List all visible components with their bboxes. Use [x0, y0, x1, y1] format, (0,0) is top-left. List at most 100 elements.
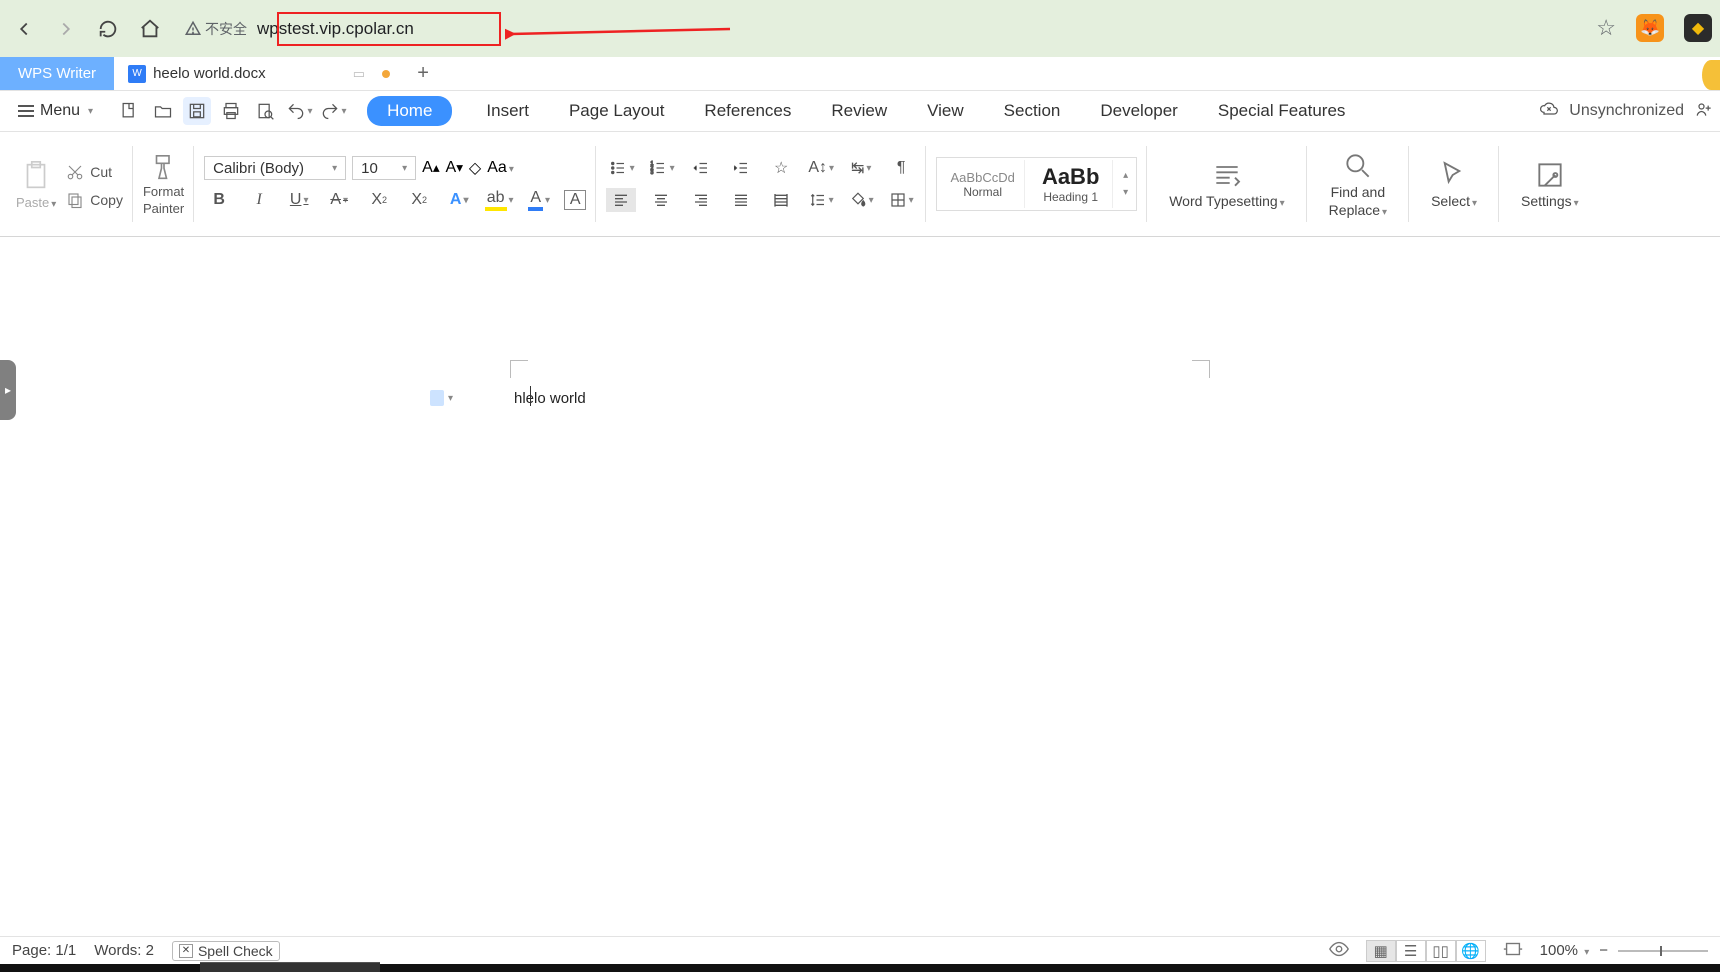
format-painter-l2: Painter [143, 201, 184, 216]
qat-preview-icon[interactable] [251, 97, 279, 125]
superscript-button[interactable]: X2 [364, 188, 394, 212]
tab-insert[interactable]: Insert [480, 97, 535, 125]
zoom-slider[interactable] [1618, 950, 1708, 952]
security-indicator[interactable]: 不安全 [184, 19, 247, 39]
text-direction-button[interactable]: A↕▾ [806, 156, 836, 180]
qat-new-icon[interactable] [115, 97, 143, 125]
status-words[interactable]: Words: 2 [94, 942, 154, 959]
inc-indent-button[interactable] [726, 156, 756, 180]
bold-button[interactable]: B [204, 188, 234, 212]
view-outline-icon[interactable]: ☰ [1396, 940, 1426, 962]
shrink-font-icon[interactable]: A▾ [446, 159, 463, 177]
shading-button[interactable]: ▾ [846, 188, 876, 212]
font-family-select[interactable]: Calibri (Body)▾ [204, 156, 346, 180]
qat-print-icon[interactable] [217, 97, 245, 125]
tab-home[interactable]: Home [367, 96, 452, 126]
align-distribute-button[interactable] [766, 188, 796, 212]
unsaved-dot-icon [382, 70, 390, 78]
border-button[interactable]: ▾ [886, 188, 916, 212]
tab-references[interactable]: References [698, 97, 797, 125]
font-size-select[interactable]: 10▾ [352, 156, 416, 180]
style-heading1[interactable]: AaBb Heading 1 [1029, 160, 1113, 208]
clear-format-icon[interactable]: ◇ [469, 158, 481, 178]
tab-window-icon[interactable]: ▭ [353, 66, 365, 82]
extension-cube-icon[interactable]: ◆ [1684, 14, 1712, 42]
tab-section[interactable]: Section [998, 97, 1067, 125]
change-case-icon[interactable]: Aa▾ [487, 159, 514, 177]
italic-button[interactable]: I [244, 188, 274, 212]
select-button[interactable]: Select▾ [1419, 159, 1489, 209]
zoom-level[interactable]: 100% ▾ [1540, 942, 1590, 959]
font-color-button[interactable]: A▾ [524, 188, 554, 212]
address-url[interactable]: wpstest.vip.cpolar.cn [253, 17, 418, 41]
fit-width-icon[interactable] [1502, 938, 1524, 964]
paste-button[interactable]: Paste▾ [16, 159, 56, 210]
spell-check-toggle[interactable]: ✕Spell Check [172, 941, 280, 961]
bookmark-star-icon[interactable]: ☆ [1596, 15, 1616, 41]
highlight-button[interactable]: ab▾ [484, 188, 514, 212]
nav-home-icon[interactable] [136, 15, 164, 43]
qat-undo-button[interactable]: ▾ [285, 97, 313, 125]
nav-reload-icon[interactable] [94, 15, 122, 43]
char-border-button[interactable]: A [564, 190, 586, 210]
extension-fox-icon[interactable]: 🦊 [1636, 14, 1664, 42]
align-justify-button[interactable] [726, 188, 756, 212]
browser-toolbar: 不安全 wpstest.vip.cpolar.cn ☆ 🦊 ◆ [0, 0, 1720, 57]
share-icon[interactable] [1694, 99, 1714, 124]
view-web-icon[interactable]: 🌐 [1456, 940, 1486, 962]
tab-special-features[interactable]: Special Features [1212, 97, 1352, 125]
zoom-out-button[interactable]: − [1599, 942, 1608, 959]
align-center-button[interactable] [646, 188, 676, 212]
copy-button[interactable]: Copy [66, 191, 123, 209]
align-left-button[interactable] [606, 188, 636, 212]
find-replace-button[interactable]: Find and Replace▾ [1317, 150, 1399, 218]
underline-button[interactable]: U▾ [284, 188, 314, 212]
document-tab[interactable]: W heelo world.docx ▭ [114, 57, 404, 90]
paragraph-helper-icon[interactable]: ▾ [430, 389, 460, 407]
format-painter-button[interactable]: Format Painter [143, 152, 184, 216]
styles-up-icon[interactable]: ▴ [1123, 170, 1128, 181]
nav-back-icon[interactable] [10, 15, 38, 43]
wps-brand-tab[interactable]: WPS Writer [0, 57, 114, 90]
styles-down-icon[interactable]: ▾ [1123, 187, 1128, 198]
dec-indent-button[interactable] [686, 156, 716, 180]
style-normal[interactable]: AaBbCcDd Normal [941, 160, 1025, 208]
taskbar-item[interactable] [200, 962, 380, 972]
tab-developer[interactable]: Developer [1094, 97, 1184, 125]
show-marks-button[interactable]: ¶ [886, 156, 916, 180]
line-spacing-button[interactable]: ▾ [806, 188, 836, 212]
styles-gallery[interactable]: AaBbCcDd Normal AaBb Heading 1 ▴ ▾ [936, 157, 1137, 211]
cut-button[interactable]: Cut [66, 163, 123, 181]
subscript-button[interactable]: X2 [404, 188, 434, 212]
document-canvas[interactable]: ▾ hlelo world [0, 237, 1720, 936]
settings-button[interactable]: Settings▾ [1509, 159, 1591, 209]
strikethrough-button[interactable]: A▾ [324, 188, 354, 212]
tab-view[interactable]: View [921, 97, 970, 125]
status-page[interactable]: Page: 1/1 [12, 942, 76, 959]
grow-font-icon[interactable]: A▴ [422, 159, 439, 177]
menu-button[interactable]: Menu ▾ [8, 98, 103, 124]
tab-page-layout[interactable]: Page Layout [563, 97, 670, 125]
nav-forward-icon[interactable] [52, 15, 80, 43]
eye-icon[interactable] [1328, 938, 1350, 964]
sync-status-label[interactable]: Unsynchronized [1569, 102, 1684, 120]
numbering-button[interactable]: 123▾ [646, 156, 676, 180]
qat-save-icon[interactable] [183, 97, 211, 125]
word-typesetting-button[interactable]: Word Typesetting▾ [1157, 159, 1296, 209]
asian-layout-icon[interactable]: ☆ [766, 156, 796, 180]
qat-open-icon[interactable] [149, 97, 177, 125]
view-reading-icon[interactable]: ▯▯ [1426, 940, 1456, 962]
bullets-button[interactable]: ▾ [606, 156, 636, 180]
cloud-sync-icon[interactable] [1539, 99, 1559, 124]
align-right-button[interactable] [686, 188, 716, 212]
tab-align-button[interactable]: ↹▾ [846, 156, 876, 180]
side-panel-handle[interactable]: ▸ [0, 360, 16, 420]
qat-redo-button[interactable]: ▾ [319, 97, 347, 125]
view-print-layout-icon[interactable]: ▦ [1366, 940, 1396, 962]
text-effects-button[interactable]: A▾ [444, 188, 474, 212]
user-avatar[interactable] [1702, 60, 1720, 90]
document-page[interactable]: ▾ hlelo world [360, 262, 1360, 936]
tab-review[interactable]: Review [825, 97, 893, 125]
document-body-text[interactable]: hlelo world [514, 390, 586, 407]
new-tab-button[interactable]: + [404, 57, 442, 90]
